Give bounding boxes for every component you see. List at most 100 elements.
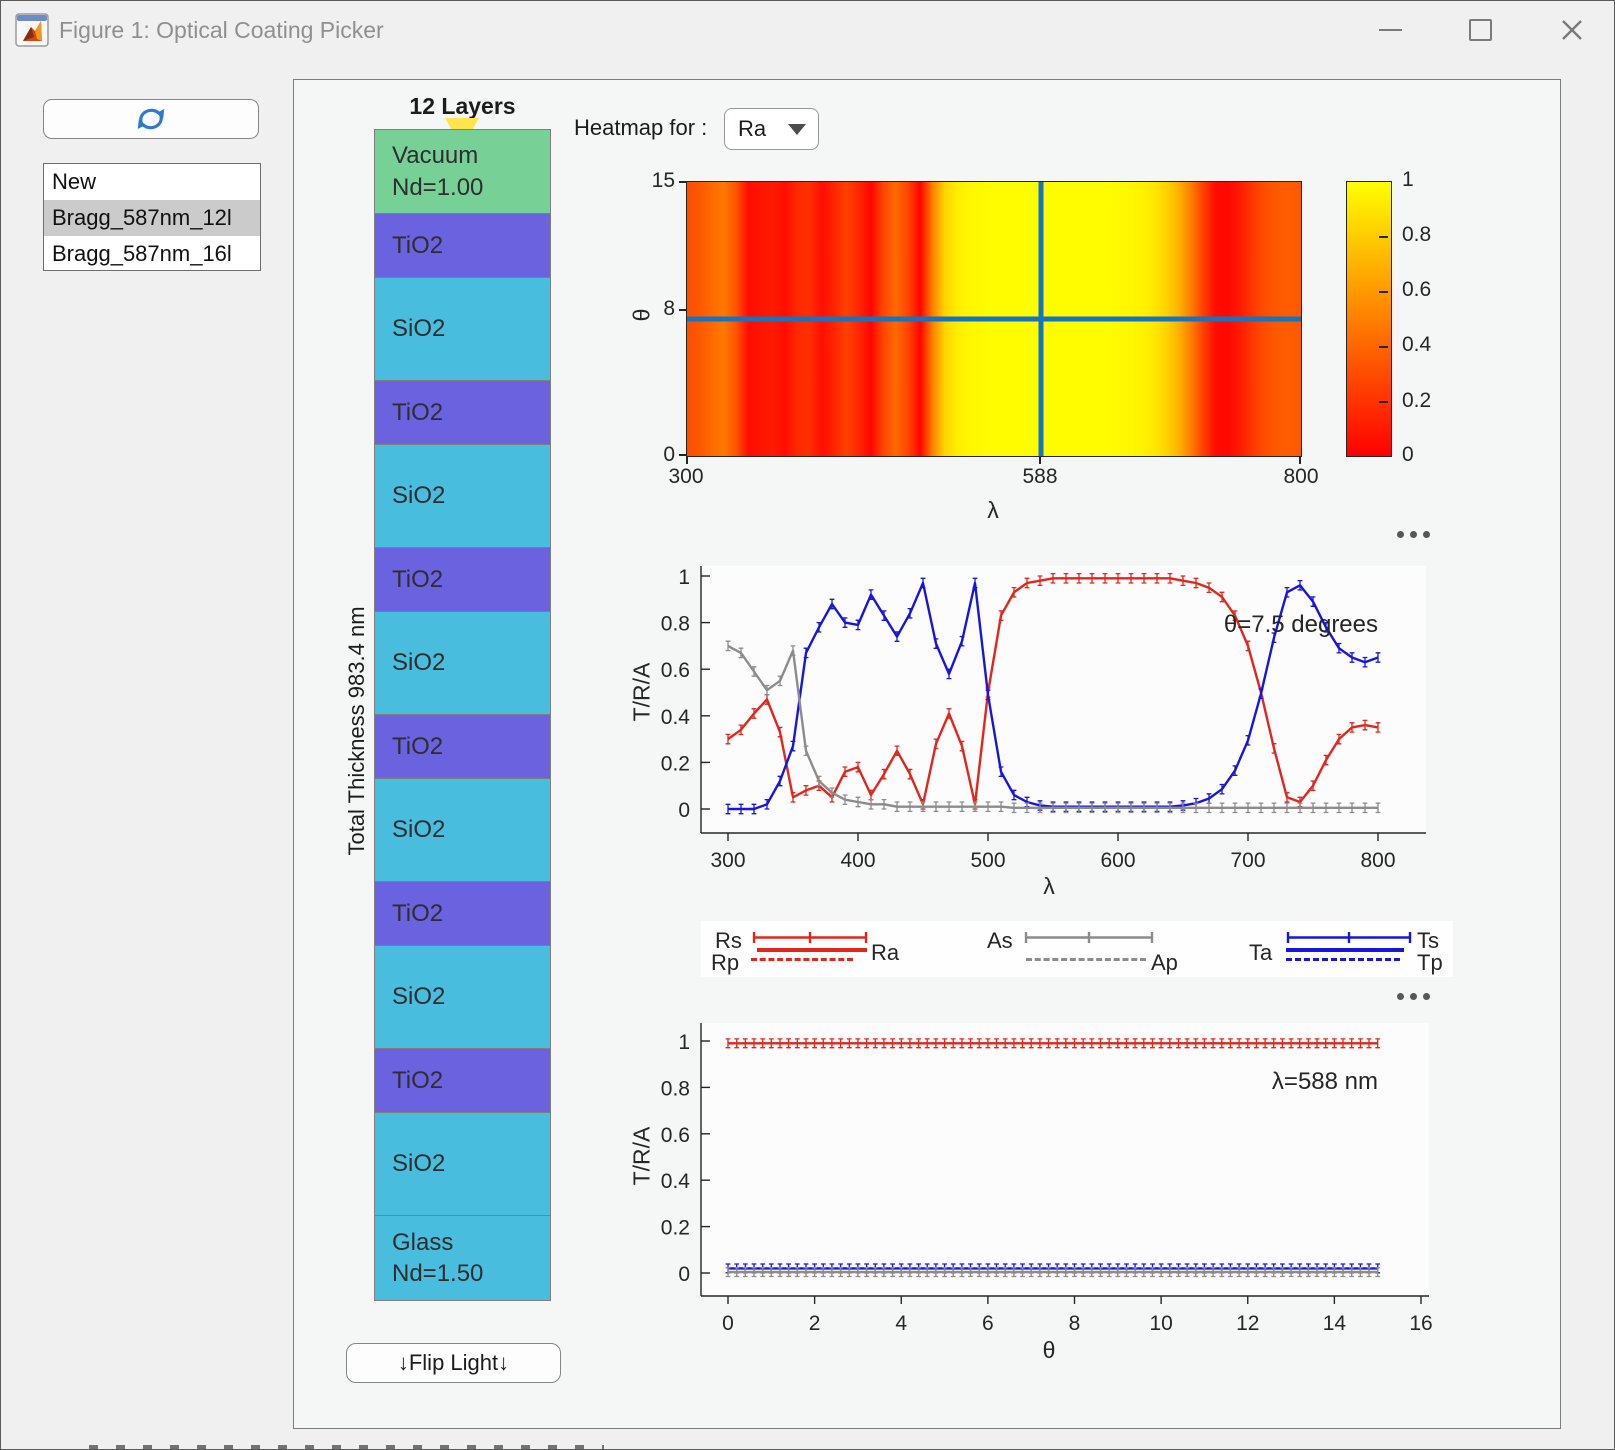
legend-label-as: As <box>987 928 1013 954</box>
legend-sample-rp-dashed <box>751 958 853 961</box>
heatmap-xlabel: λ <box>963 497 1023 524</box>
axis-tick-label: 500 <box>970 849 1005 872</box>
chevron-down-icon <box>788 124 806 135</box>
heatmap-xtick-588: 588 <box>1010 465 1070 489</box>
close-button[interactable] <box>1541 1 1603 59</box>
heatmap-ytick-0: 0 <box>633 443 675 467</box>
axis-tick-label: 0.4 <box>661 1170 691 1193</box>
legend-sample-ts-errorbar <box>1285 931 1413 944</box>
axis-tick-label: 0.2 <box>661 752 690 775</box>
axis-tick-label: 0 <box>678 1263 690 1286</box>
legend-label-rp: Rp <box>711 950 739 976</box>
heatmap-xtick-300: 300 <box>656 465 716 489</box>
axis-tick-label: 400 <box>840 849 875 872</box>
refresh-button[interactable] <box>43 99 259 139</box>
layer-block-tio2[interactable]: TiO2 <box>374 380 551 445</box>
tick-mark <box>679 454 686 456</box>
heatmap-ylabel: θ <box>629 309 656 322</box>
tick-mark <box>1379 346 1388 348</box>
dropdown-value: Ra <box>725 116 788 142</box>
heatmap-plot[interactable] <box>686 181 1302 457</box>
tick-mark <box>679 309 686 311</box>
maximize-button[interactable] <box>1449 1 1511 59</box>
spectrum-axes-toolbar[interactable] <box>1391 531 1430 538</box>
axis-tick-label: 0.8 <box>661 613 690 636</box>
legend-sample-tp-dashed <box>1286 958 1400 961</box>
legend-label-ap: Ap <box>1151 950 1178 976</box>
axis-tick-label: 300 <box>710 849 745 872</box>
axis-tick-label: 700 <box>1230 849 1265 872</box>
axis-tick-label: 2 <box>809 1312 821 1335</box>
layer-block-tio2[interactable]: TiO2 <box>374 547 551 612</box>
maximize-icon <box>1469 19 1492 41</box>
legend-sample-rs-errorbar <box>751 931 869 944</box>
clipped-text-artifact <box>89 1445 604 1450</box>
preset-listbox: New Bragg_587nm_12l Bragg_587nm_16l <box>43 163 261 271</box>
axis-tick-label: 0.6 <box>661 659 690 682</box>
axis-tick-label: 0.2 <box>661 1217 690 1240</box>
list-item-new[interactable]: New <box>44 164 260 200</box>
tick-mark <box>1299 457 1301 464</box>
matlab-icon <box>15 13 49 47</box>
axis-tick-label: 0.6 <box>661 1124 690 1147</box>
tick-mark <box>1379 236 1388 238</box>
axis-tick-label: 16 <box>1409 1312 1432 1335</box>
layer-block-tio2[interactable]: TiO2 <box>374 881 551 946</box>
tick-mark <box>1039 457 1041 464</box>
tick-mark <box>1379 291 1388 293</box>
legend-sample-as-errorbar <box>1023 931 1155 944</box>
minimize-button[interactable] <box>1359 1 1421 59</box>
heatmap-ytick-15: 15 <box>633 169 675 193</box>
tick-mark <box>1379 401 1388 403</box>
layer-block-tio2[interactable]: TiO2 <box>374 213 551 278</box>
axis-tick-label: 1 <box>678 566 690 589</box>
chart-legend: Rs Ra Rp As Ap Ta Ts Tp <box>701 921 1453 977</box>
axis-tick-label: 0.4 <box>661 706 691 729</box>
layer-block-glass[interactable]: GlassNd=1.50 <box>374 1215 551 1301</box>
legend-sample-ra-solid <box>757 948 867 952</box>
layer-block-sio2[interactable]: SiO2 <box>374 1112 551 1216</box>
legend-label-ra: Ra <box>871 940 899 966</box>
layer-block-sio2[interactable]: SiO2 <box>374 945 551 1049</box>
figure-window: Figure 1: Optical Coating Picker New Bra… <box>0 0 1615 1450</box>
spectrum-chart: 30040050060070080000.20.40.60.81 <box>641 551 1441 896</box>
legend-label-ta: Ta <box>1249 940 1272 966</box>
axis-tick-label: 10 <box>1149 1312 1172 1335</box>
layer-block-sio2[interactable]: SiO2 <box>374 444 551 548</box>
axis-tick-label: 4 <box>895 1312 907 1335</box>
theta-annotation: θ=7.5 degrees <box>1098 611 1378 639</box>
tick-mark <box>686 457 688 464</box>
layer-block-sio2[interactable]: SiO2 <box>374 778 551 882</box>
angle-crosshair[interactable] <box>687 317 1301 322</box>
heatmap-xtick-800: 800 <box>1271 465 1331 489</box>
axis-tick-label: 6 <box>982 1312 994 1335</box>
layer-block-tio2[interactable]: TiO2 <box>374 714 551 779</box>
list-item-bragg-12l[interactable]: Bragg_587nm_12l <box>44 200 260 236</box>
layer-block-vacuum[interactable]: VacuumNd=1.00 <box>374 129 551 214</box>
layer-block-sio2[interactable]: SiO2 <box>374 611 551 715</box>
colorbar-tick-04: 0.4 <box>1402 333 1431 357</box>
colorbar-tick-1: 1 <box>1402 168 1414 192</box>
heatmap-for-label: Heatmap for : <box>574 115 707 141</box>
layer-block-sio2[interactable]: SiO2 <box>374 277 551 381</box>
list-item-bragg-16l[interactable]: Bragg_587nm_16l <box>44 236 260 272</box>
heatmap-quantity-dropdown[interactable]: Ra <box>724 108 819 150</box>
axis-tick-label: 14 <box>1323 1312 1347 1335</box>
tick-mark <box>679 181 686 183</box>
angle-axes-toolbar[interactable] <box>1391 993 1430 1000</box>
axis-tick-label: 0 <box>722 1312 734 1335</box>
minimize-icon <box>1379 29 1402 31</box>
axis-tick-label: 800 <box>1360 849 1395 872</box>
colorbar-tick-06: 0.6 <box>1402 278 1431 302</box>
title-bar[interactable]: Figure 1: Optical Coating Picker <box>1 1 1614 59</box>
legend-label-tp: Tp <box>1417 950 1443 976</box>
window-title: Figure 1: Optical Coating Picker <box>59 17 384 44</box>
colorbar-tick-02: 0.2 <box>1402 389 1431 413</box>
spectrum-xlabel: λ <box>1019 873 1079 900</box>
flip-light-button[interactable]: ↓Flip Light↓ <box>346 1343 561 1383</box>
layer-block-tio2[interactable]: TiO2 <box>374 1048 551 1113</box>
axis-tick-label: 0.8 <box>661 1077 690 1100</box>
refresh-icon <box>133 103 169 135</box>
total-thickness-label: Total Thickness 983.4 nm <box>344 606 370 855</box>
colorbar <box>1346 181 1392 457</box>
